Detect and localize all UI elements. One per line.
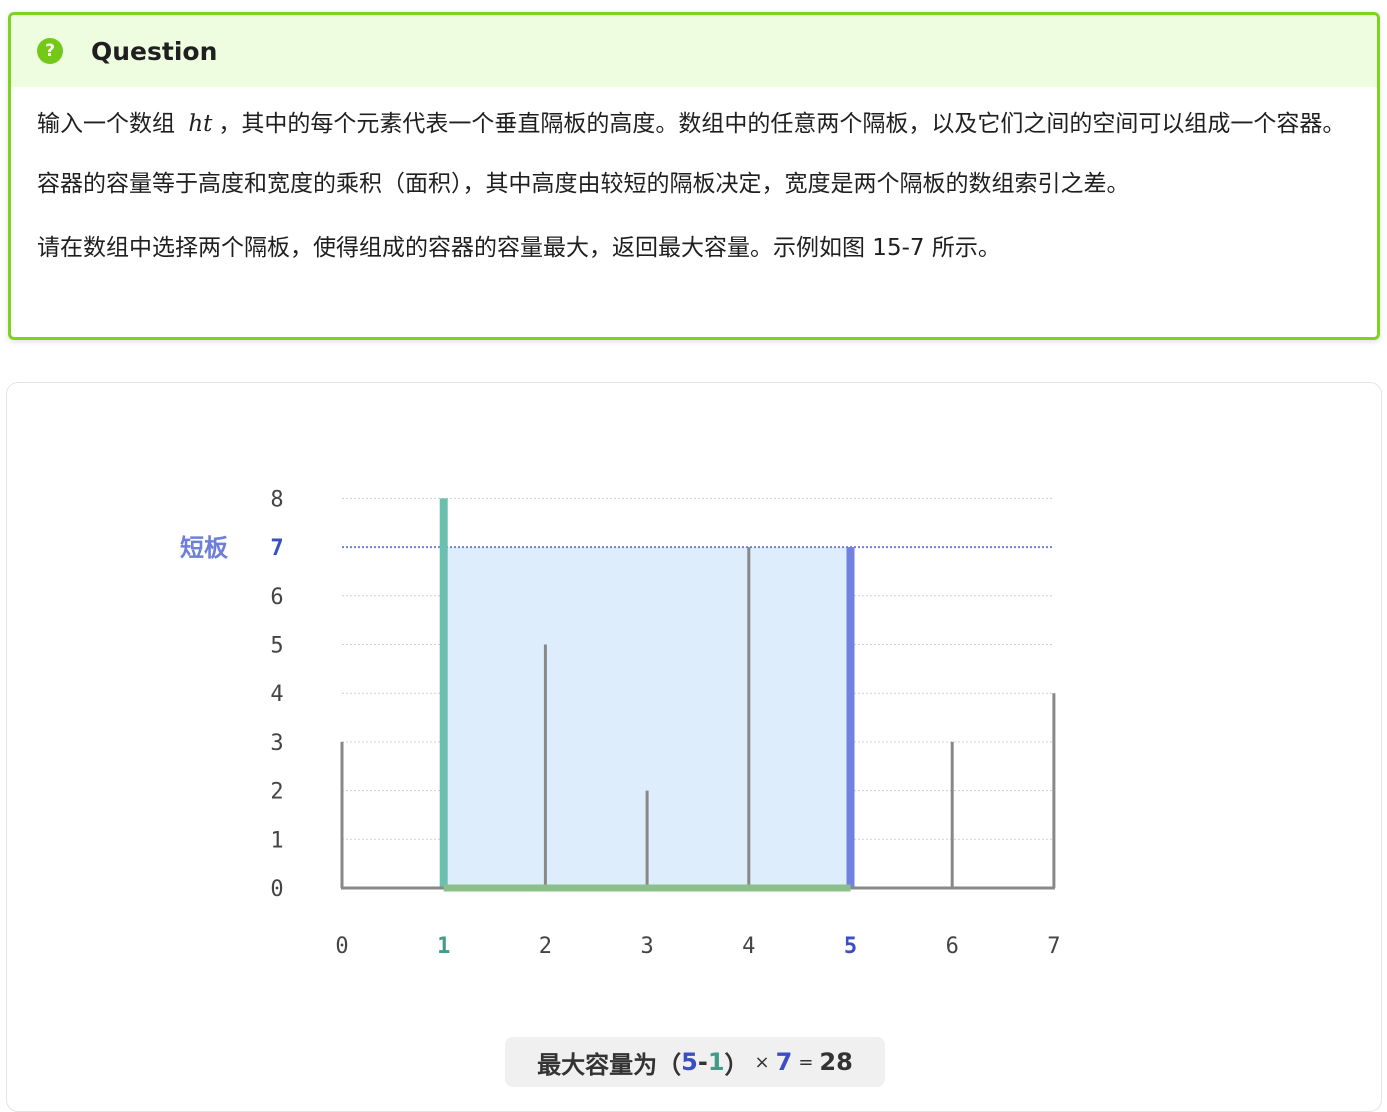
y-tick-label: 7 (270, 536, 283, 561)
container-chart: 0 1 2 3 4 5 6 7 8 0 1 2 3 4 5 6 7 短板 (180, 487, 1061, 959)
y-tick-label: 4 (270, 682, 283, 707)
y-tick-label: 1 (270, 828, 283, 853)
caption-open-paren: （ (657, 1050, 682, 1079)
caption-result: 28 (819, 1048, 853, 1076)
x-tick-label: 7 (1047, 934, 1060, 959)
x-tick-label: 1 (437, 934, 450, 959)
x-tick-label: 3 (640, 934, 653, 959)
max-capacity-caption: 最大容量为 （ 5 - 1 ） × 7 = 28 (505, 1037, 885, 1087)
y-tick-label: 6 (270, 585, 283, 610)
x-tick-labels: 0 1 2 3 4 5 6 7 (335, 934, 1060, 959)
caption-height: 7 (775, 1048, 793, 1076)
caption-left-index: 1 (707, 1048, 725, 1076)
caption-right-index: 5 (681, 1048, 698, 1076)
x-tick-label: 4 (742, 934, 755, 959)
x-tick-label: 6 (946, 934, 959, 959)
x-tick-label: 2 (539, 934, 552, 959)
y-tick-label: 5 (270, 634, 283, 659)
caption-minus: - (697, 1048, 708, 1076)
short-board-label: 短板 (180, 534, 229, 562)
y-tick-labels: 0 1 2 3 4 5 6 7 8 (270, 487, 283, 902)
y-tick-label: 2 (270, 780, 283, 805)
y-tick-label: 0 (270, 877, 283, 902)
y-tick-label: 3 (270, 731, 283, 756)
y-tick-label: 8 (270, 487, 283, 512)
caption-prefix: 最大容量为 (537, 1050, 658, 1079)
caption-equals: = (798, 1051, 814, 1073)
caption-close-paren: ） (724, 1050, 749, 1079)
x-tick-label: 0 (335, 934, 348, 959)
x-tick-label: 5 (844, 934, 857, 959)
caption-times: × (754, 1051, 770, 1073)
